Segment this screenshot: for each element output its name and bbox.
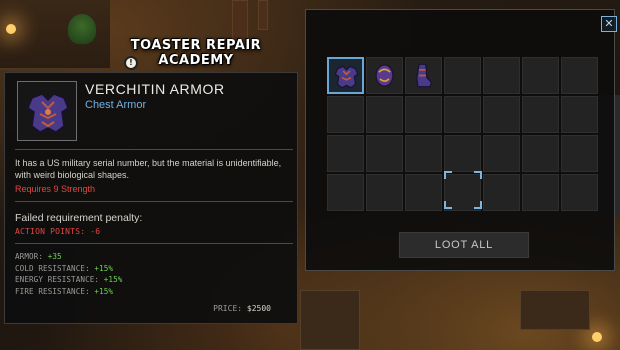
inventory-slot[interactable] <box>366 96 403 133</box>
lamp <box>6 24 16 34</box>
inventory-slot[interactable] <box>366 135 403 172</box>
stats-list: ARMOR: +35 COLD RESISTANCE: +15% ENERGY … <box>15 251 122 297</box>
close-icon[interactable]: ✕ <box>601 16 617 32</box>
stat-label: ARMOR: <box>15 252 44 261</box>
loot-all-button[interactable]: LOOT ALL <box>399 232 529 258</box>
inventory-slot[interactable] <box>561 96 598 133</box>
stat-value: +15% <box>94 286 114 296</box>
penalty-label: ACTION POINTS: <box>15 227 86 236</box>
verchitin-armor-icon <box>27 93 69 133</box>
inventory-slot[interactable] <box>366 57 403 94</box>
inventory-slot[interactable] <box>522 174 559 211</box>
stat-row: FIRE RESISTANCE: +15% <box>15 286 122 298</box>
inventory-slot[interactable] <box>561 57 598 94</box>
inventory-slot[interactable] <box>483 174 520 211</box>
penalty-row: ACTION POINTS: -6 <box>15 227 100 236</box>
stat-row: ARMOR: +35 <box>15 251 122 263</box>
item-name: VERCHITIN ARMOR <box>85 81 225 97</box>
potted-plant <box>68 14 96 44</box>
inventory-slot[interactable] <box>327 57 364 94</box>
divider <box>15 149 293 150</box>
inventory-slot[interactable] <box>522 135 559 172</box>
price-label: PRICE: <box>213 304 243 313</box>
inventory-slot[interactable] <box>405 57 442 94</box>
inventory-slot[interactable] <box>405 96 442 133</box>
stat-row: ENERGY RESISTANCE: +15% <box>15 274 122 286</box>
inventory-slot[interactable] <box>444 135 481 172</box>
inventory-slot[interactable] <box>405 174 442 211</box>
item-requirement: Requires 9 Strength <box>15 184 96 194</box>
item-type: Chest Armor <box>85 99 147 111</box>
lamp <box>592 332 602 342</box>
stat-value: +15% <box>94 263 114 273</box>
cursor-highlight <box>444 171 482 209</box>
inventory-slot[interactable] <box>483 57 520 94</box>
item-tooltip: VERCHITIN ARMOR Chest Armor It has a US … <box>4 72 298 324</box>
stat-value: +35 <box>47 252 62 261</box>
inventory-slot[interactable] <box>483 135 520 172</box>
inventory-slot[interactable] <box>327 96 364 133</box>
inventory-slot[interactable] <box>405 135 442 172</box>
inventory-slot[interactable] <box>327 135 364 172</box>
inventory-slot[interactable] <box>522 96 559 133</box>
crate <box>520 290 590 330</box>
stat-row: COLD RESISTANCE: +15% <box>15 263 122 275</box>
inventory-slot[interactable] <box>366 174 403 211</box>
stat-value: +15% <box>103 275 123 284</box>
item-price: PRICE: $2500 <box>213 304 271 313</box>
divider <box>15 243 293 244</box>
divider <box>15 201 293 202</box>
inventory-slot[interactable] <box>522 57 559 94</box>
map-marker-icon[interactable]: ! <box>124 56 138 70</box>
stat-label: COLD RESISTANCE: <box>15 263 90 273</box>
inventory-slot[interactable] <box>444 57 481 94</box>
crate <box>300 290 360 350</box>
penalty-value: -6 <box>90 227 101 236</box>
stat-label: FIRE RESISTANCE: <box>15 286 90 296</box>
item-thumbnail <box>17 81 77 141</box>
price-value: $2500 <box>246 304 271 313</box>
pillar <box>258 0 268 30</box>
item-description: It has a US military serial number, but … <box>15 158 282 180</box>
penalty-title: Failed requirement penalty: <box>15 212 143 224</box>
inventory-slot[interactable] <box>561 174 598 211</box>
inventory-slot[interactable] <box>444 96 481 133</box>
inventory-slot[interactable] <box>327 174 364 211</box>
inventory-slot[interactable] <box>483 96 520 133</box>
stat-label: ENERGY RESISTANCE: <box>15 275 100 284</box>
inventory-slot[interactable] <box>561 135 598 172</box>
